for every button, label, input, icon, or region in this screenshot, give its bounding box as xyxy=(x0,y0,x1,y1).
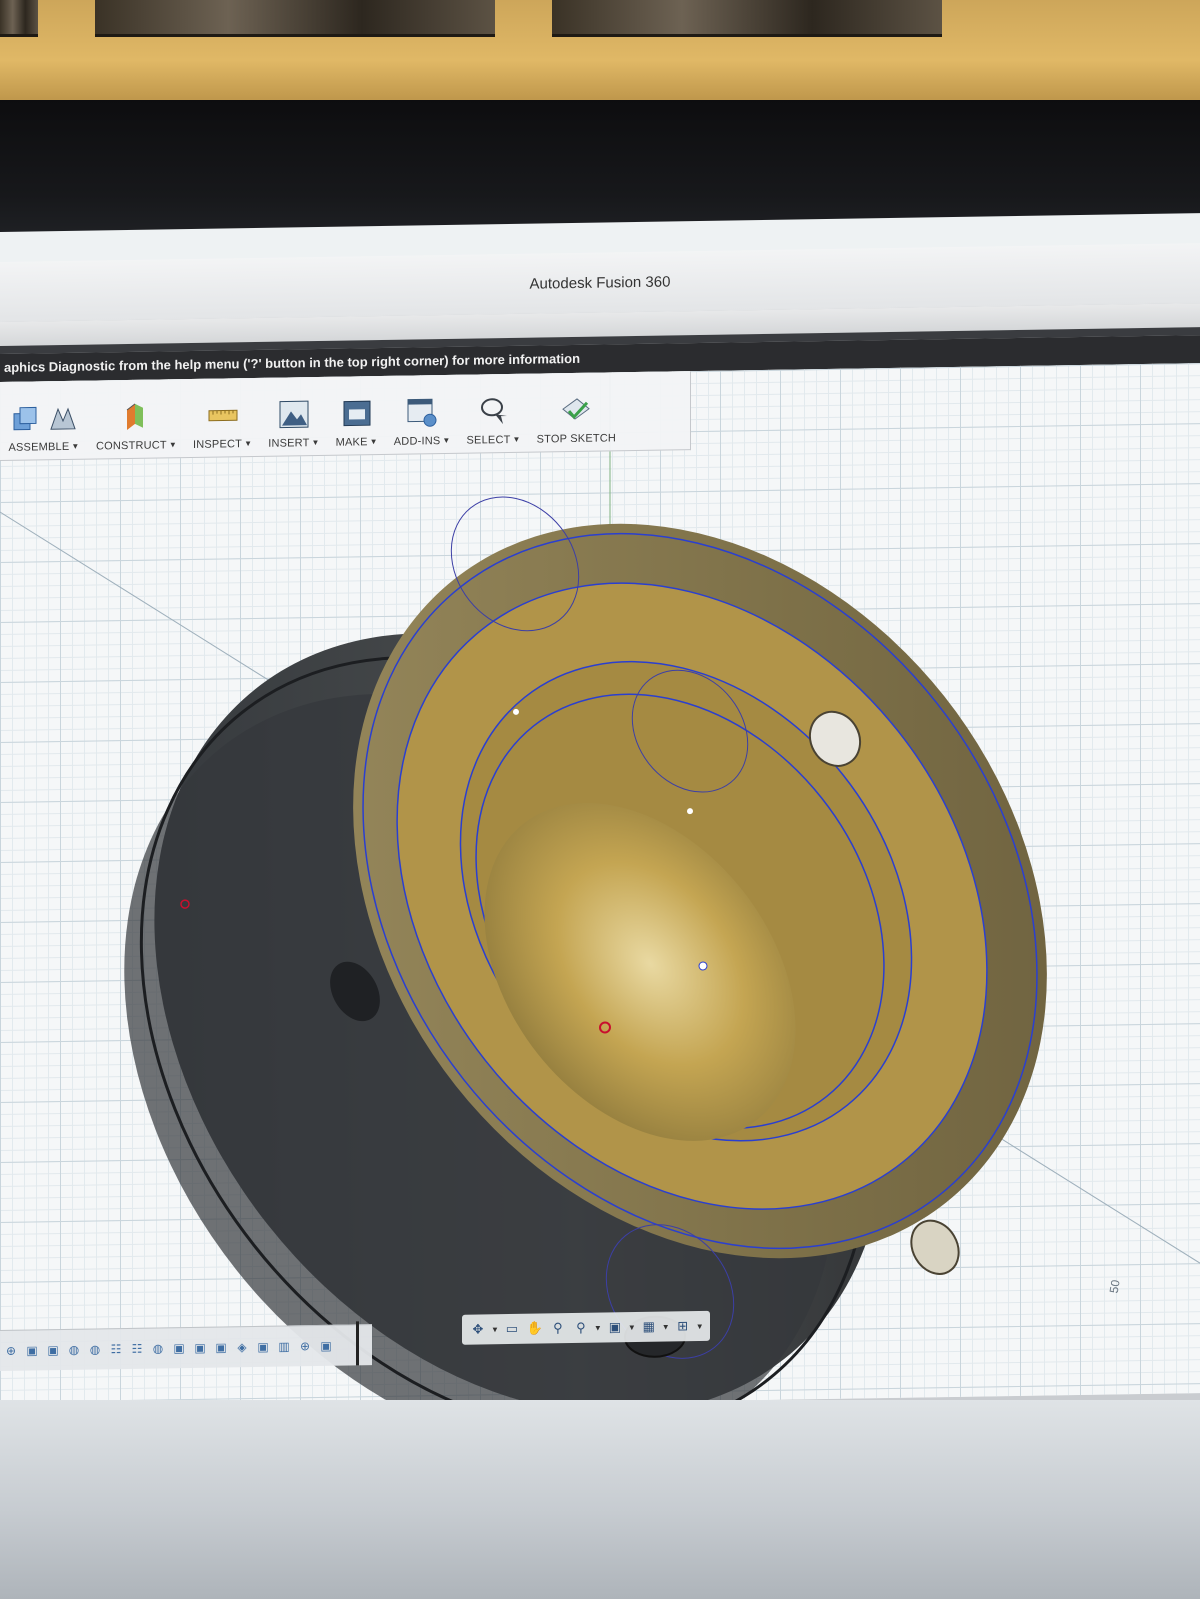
stop-sketch-label: STOP SKETCH xyxy=(536,432,617,446)
monitor-screen: Autodesk Fusion 360 aphics Diagnostic fr… xyxy=(0,213,1200,1412)
lasso-select-icon xyxy=(480,398,507,425)
timeline-feature[interactable]: ▣ xyxy=(212,1338,230,1356)
timeline-feature[interactable]: ⊕ xyxy=(296,1337,314,1355)
timeline-feature[interactable]: ☷ xyxy=(128,1340,146,1358)
wall-photo-right xyxy=(552,0,942,37)
orbit-icon[interactable]: ✥ xyxy=(468,1319,488,1339)
timeline-feature[interactable]: ◍ xyxy=(86,1340,104,1358)
pan-icon[interactable]: ✋ xyxy=(525,1318,545,1338)
model-viewport[interactable] xyxy=(0,363,1200,1412)
wall-photo-center xyxy=(95,0,495,37)
select-label: SELECT xyxy=(466,433,511,447)
stop-sketch-icon xyxy=(562,398,591,420)
timeline-feature[interactable]: ▣ xyxy=(170,1339,188,1357)
timeline-feature[interactable]: ◍ xyxy=(65,1341,83,1359)
grid-settings-icon[interactable]: ▦ xyxy=(639,1317,659,1337)
timeline-feature[interactable]: ▣ xyxy=(317,1337,335,1355)
insert-label: INSERT xyxy=(268,437,310,450)
timeline-feature[interactable]: ◍ xyxy=(149,1339,167,1357)
add-ins-menu[interactable]: ADD-INS ▼ xyxy=(386,379,459,454)
timeline-marker[interactable] xyxy=(356,1321,359,1366)
inspect-menu[interactable]: INSPECT ▼ xyxy=(185,382,260,457)
zoom-icon[interactable]: ⚲ xyxy=(571,1318,591,1338)
desk-surface xyxy=(0,1400,1200,1599)
timeline-feature[interactable]: ☷ xyxy=(107,1340,125,1358)
timeline-feature[interactable]: ◈ xyxy=(233,1338,251,1356)
insert-menu[interactable]: INSERT ▼ xyxy=(260,381,327,456)
new-component-icon xyxy=(13,406,37,431)
graphics-warning-text: aphics Diagnostic from the help menu ('?… xyxy=(4,350,581,375)
timeline-feature[interactable]: ▣ xyxy=(191,1339,209,1357)
zoom-window-icon[interactable]: ⚲ xyxy=(548,1318,568,1338)
joint-icon xyxy=(50,407,76,430)
assemble-label: ASSEMBLE xyxy=(8,440,70,454)
look-at-icon[interactable]: ▭ xyxy=(502,1319,522,1339)
design-toolbar: ASSEMBLE ▼ CONSTRUCT ▼ INSPECT ▼ INSERT ▼ MA… xyxy=(0,371,691,461)
timeline-feature[interactable]: ▣ xyxy=(23,1341,41,1359)
insert-image-icon xyxy=(279,400,309,429)
timeline-feature[interactable]: ⊕ xyxy=(2,1342,20,1360)
timeline-feature[interactable]: ▣ xyxy=(254,1338,272,1356)
window-title: Autodesk Fusion 360 xyxy=(529,273,671,293)
grid-dimension-label: 50 xyxy=(1106,1278,1123,1295)
select-menu[interactable]: SELECT ▼ xyxy=(459,378,529,453)
wall-photo-left xyxy=(0,0,38,37)
timeline-feature[interactable]: ▥ xyxy=(275,1337,293,1355)
assemble-menu[interactable]: ASSEMBLE ▼ xyxy=(0,385,88,460)
inspect-label: INSPECT xyxy=(192,438,243,451)
offset-plane-icon xyxy=(127,403,144,430)
navigation-bar: ✥ ▼ ▭ ✋ ⚲ ⚲ ▼ ▣ ▼ ▦ ▼ ⊞ ▼ xyxy=(462,1310,710,1345)
background-wall xyxy=(0,0,1200,110)
design-canvas[interactable]: 50 xyxy=(0,363,1200,1412)
timeline-feature[interactable]: ▣ xyxy=(44,1341,62,1359)
construct-menu[interactable]: CONSTRUCT ▼ xyxy=(88,383,185,459)
viewports-icon[interactable]: ⊞ xyxy=(673,1316,693,1336)
measure-icon xyxy=(208,409,238,422)
display-settings-icon[interactable]: ▣ xyxy=(605,1317,625,1337)
3d-print-icon xyxy=(343,400,371,427)
scripts-icon xyxy=(407,398,437,427)
stop-sketch-button[interactable]: STOP SKETCH xyxy=(529,376,624,451)
design-timeline[interactable]: ⊕ ▣ ▣ ◍ ◍ ☷ ☷ ◍ ▣ ▣ ▣ ◈ ▣ ▥ ⊕ ▣ xyxy=(0,1321,372,1371)
add-ins-label: ADD-INS xyxy=(393,435,441,448)
make-menu[interactable]: MAKE ▼ xyxy=(328,380,386,455)
make-label: MAKE xyxy=(335,436,368,449)
construct-label: CONSTRUCT xyxy=(96,439,167,453)
